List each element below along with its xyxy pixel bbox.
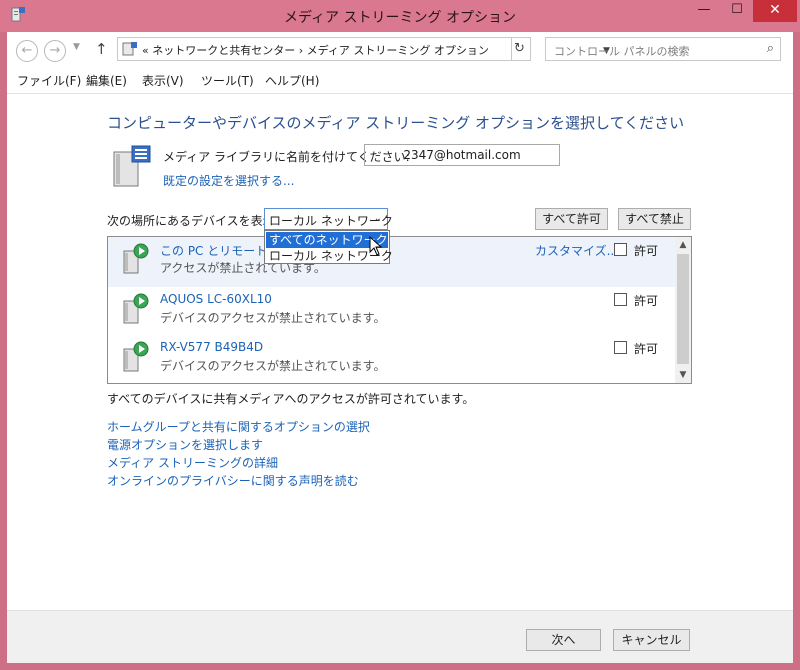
menu-edit[interactable]: 編集(E) — [86, 72, 127, 89]
control-panel-icon — [122, 42, 137, 56]
allow-label: 許可 — [634, 244, 659, 258]
page-title: コンピューターやデバイスのメディア ストリーミング オプションを選択してください — [107, 114, 685, 132]
homegroup-sharing-options-link[interactable]: ホームグループと共有に関するオプションの選択 — [107, 418, 370, 435]
customize-link[interactable]: カスタマイズ... — [535, 242, 618, 259]
back-arrow-icon[interactable]: ← — [16, 40, 38, 62]
list-scrollbar[interactable]: ▲ ▼ — [675, 237, 691, 383]
search-icon[interactable]: ⌕ — [767, 41, 774, 56]
block-all-button[interactable]: すべて禁止 — [618, 208, 691, 230]
scroll-up-icon[interactable]: ▲ — [675, 237, 691, 253]
media-streaming-details-link[interactable]: メディア ストリーミングの詳細 — [107, 454, 278, 471]
device-name[interactable]: RX-V577 B49B4D — [160, 340, 263, 354]
allow-checkbox[interactable] — [614, 293, 627, 306]
menu-bar: ファイル(F) 編集(E) 表示(V) ツール(T) ヘルプ(H) — [7, 69, 793, 91]
power-options-link[interactable]: 電源オプションを選択します — [107, 436, 263, 453]
scrollbar-thumb[interactable] — [677, 254, 689, 364]
media-device-icon — [123, 293, 149, 324]
address-bar[interactable]: « ネットワークと共有センター › メディア ストリーミング オプション ▼ — [117, 37, 610, 61]
device-status: デバイスのアクセスが禁止されています。 — [160, 359, 386, 373]
choose-default-settings-link[interactable]: 既定の設定を選択する... — [163, 172, 294, 189]
allow-label: 許可 — [634, 342, 659, 356]
chevron-down-icon: ⌄ — [373, 213, 382, 224]
device-status: デバイスのアクセスが禁止されています。 — [160, 311, 386, 325]
allow-checkbox[interactable] — [614, 341, 627, 354]
privacy-statement-link[interactable]: オンラインのプライバシーに関する声明を読む — [107, 472, 359, 489]
breadcrumb: « ネットワークと共有センター › メディア ストリーミング オプション — [142, 42, 489, 58]
breadcrumb-media-streaming-options[interactable]: メディア ストリーミング オプション — [307, 44, 489, 57]
forward-arrow-icon[interactable]: → — [44, 40, 66, 62]
cancel-button[interactable]: キャンセル — [613, 629, 690, 651]
menu-tools[interactable]: ツール(T) — [201, 72, 254, 89]
window-frame: メディア ストリーミング オプション — ☐ ✕ ← → ▼ ↑ « ネットワー… — [0, 0, 800, 670]
device-list: この PC とリモート接続 アクセスが禁止されています。 カスタマイズ... 許… — [107, 236, 692, 384]
menu-help[interactable]: ヘルプ(H) — [265, 72, 319, 89]
up-arrow-icon[interactable]: ↑ — [95, 40, 108, 58]
next-button[interactable]: 次へ — [526, 629, 601, 651]
close-button[interactable]: ✕ — [753, 0, 797, 22]
client-area: ← → ▼ ↑ « ネットワークと共有センター › メディア ストリーミング オ… — [7, 32, 793, 663]
network-filter-select[interactable]: ローカル ネットワーク ⌄ — [264, 208, 393, 230]
window-title: メディア ストリーミング オプション — [284, 10, 516, 26]
minimize-button[interactable]: — — [689, 0, 719, 22]
breadcrumb-network-sharing-center[interactable]: ネットワークと共有センター — [152, 44, 295, 57]
breadcrumb-overflow[interactable]: « — [142, 44, 149, 57]
recent-locations-chevron-icon[interactable]: ▼ — [73, 42, 80, 52]
show-devices-label: 次の場所にあるデバイスを表示: — [107, 214, 279, 228]
search-input[interactable]: コントロール パネルの検索 — [554, 43, 690, 59]
media-device-icon — [123, 341, 149, 372]
allow-label: 許可 — [634, 294, 659, 308]
computer-device-icon — [123, 243, 149, 274]
library-name-field[interactable]: 2347@hotmail.com — [364, 144, 560, 166]
allow-checkbox[interactable] — [614, 243, 627, 256]
maximize-button[interactable]: ☐ — [722, 0, 752, 22]
mouse-cursor-icon — [369, 236, 383, 256]
list-item[interactable]: RX-V577 B49B4D デバイスのアクセスが禁止されています。 許可 — [108, 335, 676, 383]
menu-view[interactable]: 表示(V) — [142, 72, 184, 89]
sharing-status-text: すべてのデバイスに共有メディアへのアクセスが許可されています。 — [107, 392, 475, 406]
menu-file[interactable]: ファイル(F) — [17, 72, 81, 89]
search-box[interactable]: コントロール パネルの検索 ⌕ — [545, 37, 781, 61]
scroll-down-icon[interactable]: ▼ — [675, 367, 691, 383]
media-server-icon — [113, 145, 151, 187]
device-name[interactable]: AQUOS LC-60XL10 — [160, 292, 272, 306]
title-bar[interactable]: メディア ストリーミング オプション — ☐ ✕ — [0, 0, 800, 32]
breadcrumb-separator: › — [298, 44, 304, 57]
list-item[interactable]: AQUOS LC-60XL10 デバイスのアクセスが禁止されています。 許可 — [108, 287, 676, 337]
menu-divider — [7, 93, 793, 94]
allow-all-button[interactable]: すべて許可 — [535, 208, 608, 230]
refresh-icon[interactable]: ↻ — [509, 37, 531, 61]
